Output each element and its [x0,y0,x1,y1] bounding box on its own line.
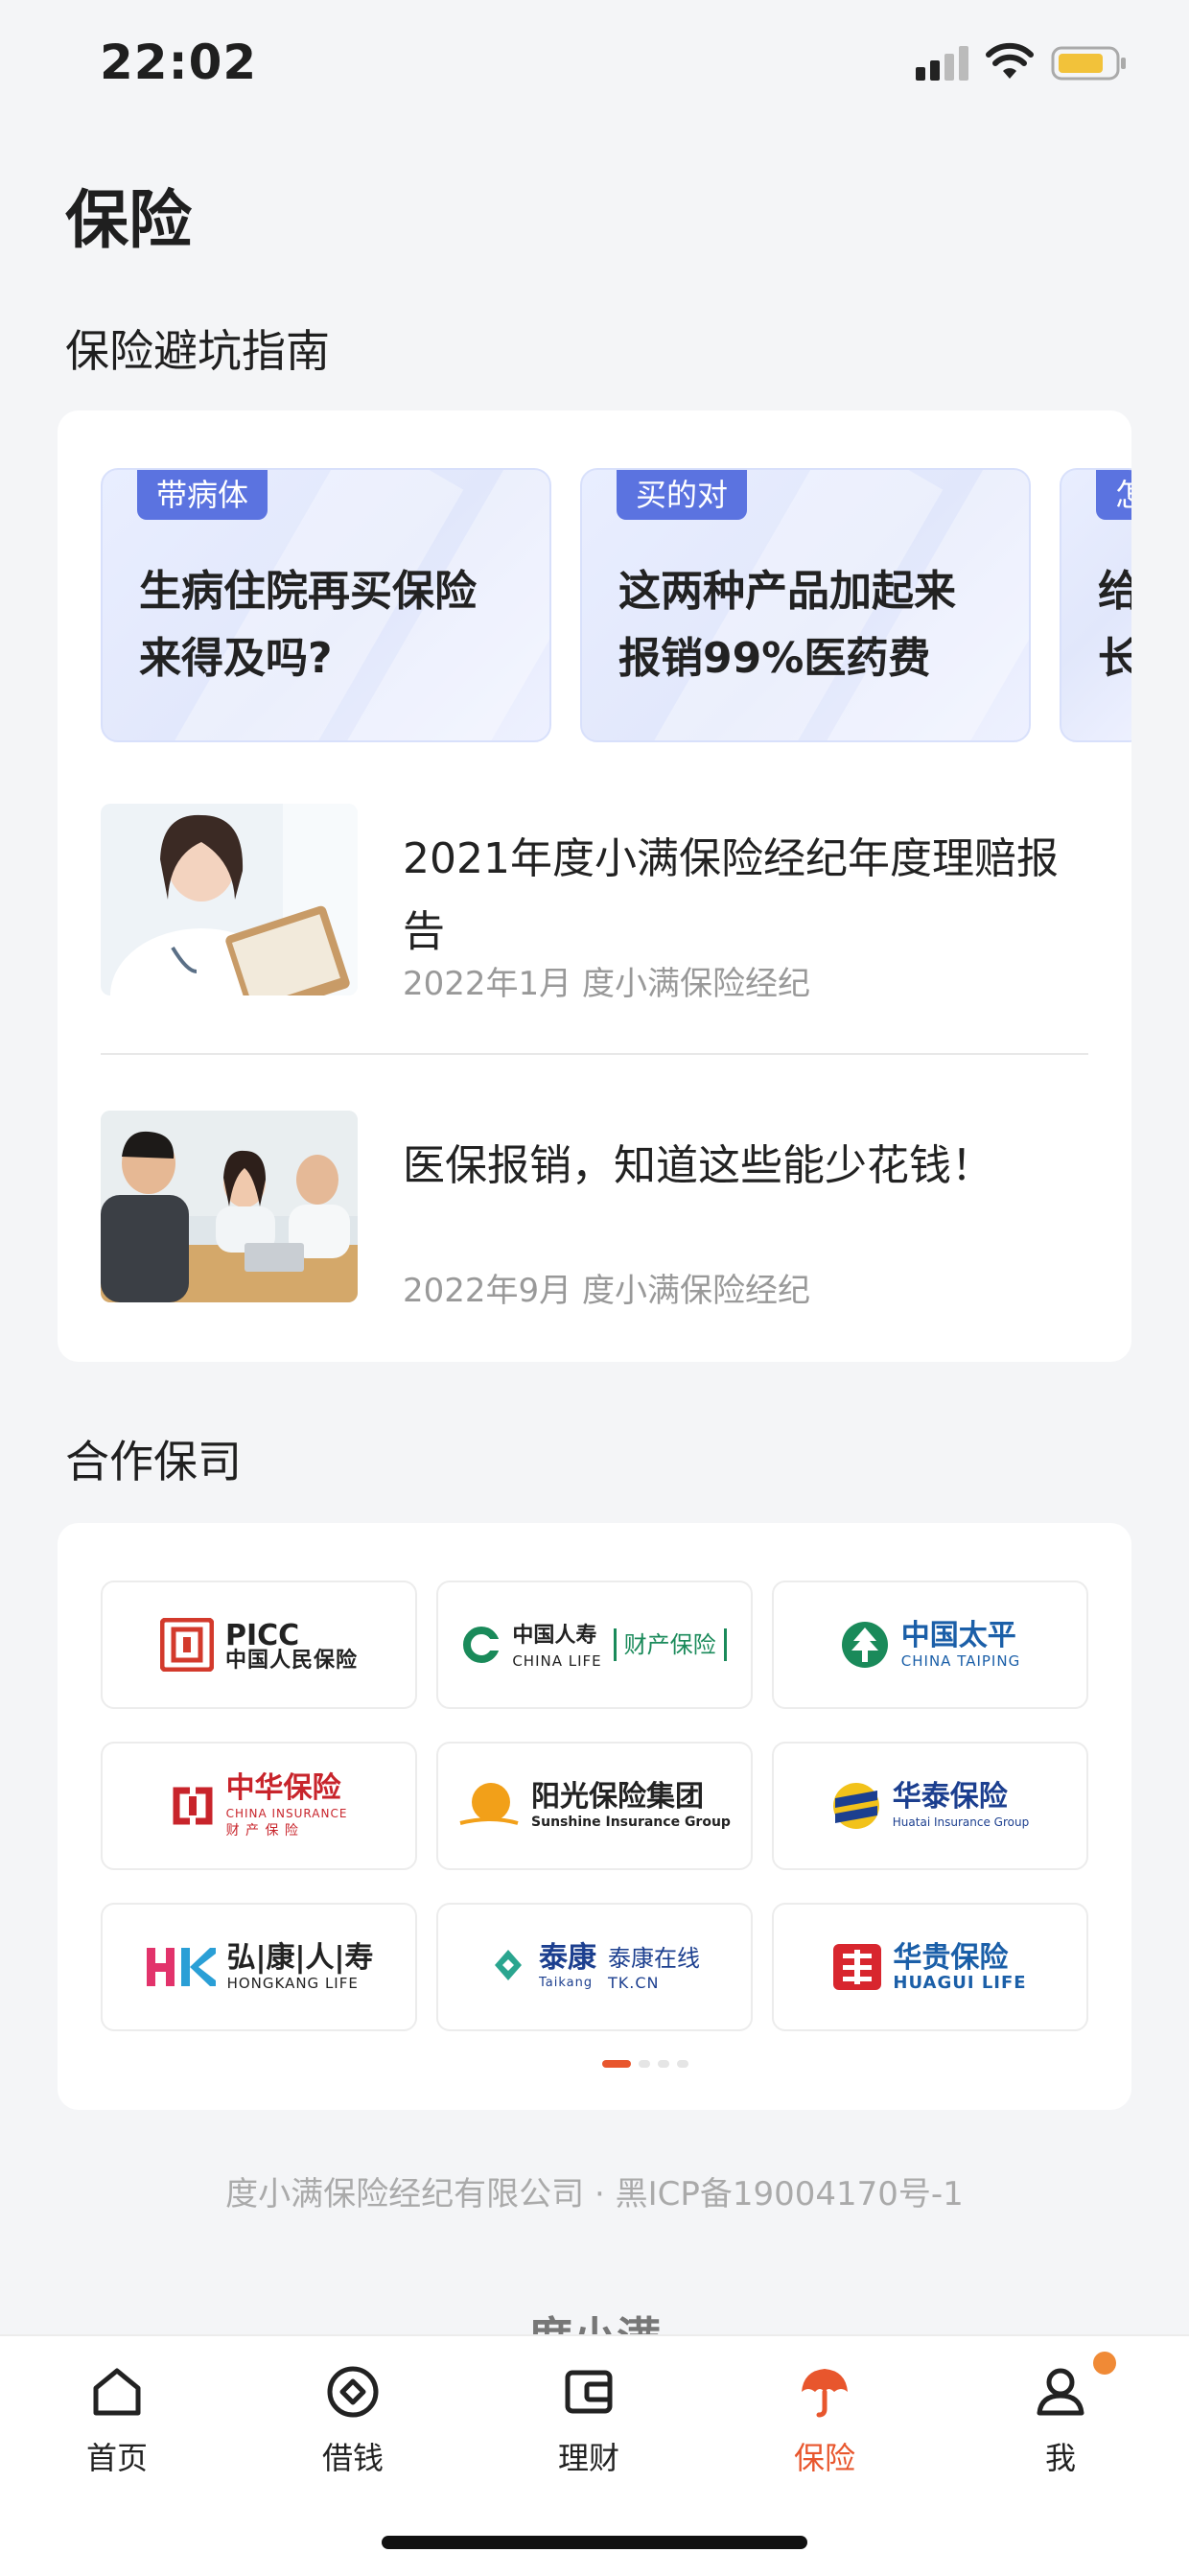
status-time: 22:02 [100,35,258,90]
tab-loan[interactable]: 借钱 [276,2363,430,2497]
article-thumbnail-meeting [101,1111,358,1302]
partners-card: PICC 中国人民保险 中国人寿 CHINA LIFE 财产保险 中国太平 CH… [58,1523,1131,2110]
partner-logo-sunshine[interactable]: 阳光保险集团 Sunshine Insurance Group [436,1742,753,1870]
partner-logo-taikang[interactable]: 泰康 Taikang 泰康在线 TK.CN [436,1903,753,2031]
tab-insurance[interactable]: 保险 [748,2363,901,2497]
tab-wealth[interactable]: 理财 [512,2363,665,2497]
article-item[interactable]: 医保报销，知道这些能少花钱！ 2022年9月 度小满保险经纪 [101,1111,1088,1310]
page-dot [658,2060,669,2068]
divider [101,1053,1088,1055]
guide-tag: 带病体 [137,470,268,520]
user-icon [1037,2368,1084,2416]
guide-card-partial[interactable]: 怎 给 长 [1060,468,1131,742]
partner-logo-huagui[interactable]: 华贵保险 HUAGUI LIFE [772,1903,1088,2031]
guide-text: 生病住院再买保险 来得及吗? [139,567,477,683]
chinalife-ring-icon [463,1627,501,1663]
partner-logo-huatai[interactable]: 华泰保险 Huatai Insurance Group [772,1742,1088,1870]
page-dot [677,2060,688,2068]
article-meta: 2022年9月 度小满保险经纪 [403,1272,810,1310]
hongkang-hk-icon [146,1948,216,1986]
article-thumbnail-doctor [101,804,358,995]
umbrella-icon [802,2369,848,2418]
partner-logo-chinainsurance[interactable]: 中华保险 CHINA INSURANCE 财 产 保 险 [101,1742,417,1870]
guide-card[interactable]: 带病体 生病住院再买保险 来得及吗? [101,468,551,742]
huagui-seal-icon [833,1944,882,1990]
article-title: 2021年度小满保险经纪年度理赔报告 [403,834,1059,956]
partner-logo-chinataiping[interactable]: 中国太平 CHINA TAIPING [772,1581,1088,1709]
guide-text: 给 长 [1098,558,1131,692]
page-dot-active [602,2060,631,2068]
notification-badge-dot [1093,2352,1116,2375]
huatai-mark-icon [832,1783,879,1829]
status-bar: 22:02 [0,0,1189,134]
tab-me[interactable]: 我 [984,2363,1137,2497]
article-meta: 2022年1月 度小满保险经纪 [403,965,810,1003]
sunshine-sun-icon [459,1783,519,1825]
page-title: 保险 [65,183,192,257]
section-title-partners: 合作保司 [65,1436,242,1487]
home-indicator[interactable] [382,2536,807,2549]
picc-seal-icon [159,1618,214,1672]
taikang-mark-icon [495,1950,522,1980]
partner-logo-picc[interactable]: PICC 中国人民保险 [101,1581,417,1709]
home-icon [93,2368,141,2416]
guide-tag: 怎 [1096,470,1131,520]
wallet-icon [565,2370,613,2414]
cellular-signal-icon [916,46,968,81]
wifi-icon [986,42,1034,79]
section-title-guides: 保险避坑指南 [65,325,330,377]
guide-tag: 买的对 [617,470,748,520]
chinainsurance-mark-icon [173,1787,213,1825]
guides-card: 带病体 生病住院再买保险 来得及吗? 买的对 这两种产品加起来 报销99%医药费… [58,410,1131,1362]
page-dot [639,2060,650,2068]
partner-logo-chinalife[interactable]: 中国人寿 CHINA LIFE 财产保险 [436,1581,753,1709]
tab-home[interactable]: 首页 [40,2363,194,2497]
partner-logo-hongkang[interactable]: 弘|康|人|寿 HONGKANG LIFE [101,1903,417,2031]
article-item[interactable]: 2021年度小满保险经纪年度理赔报告 2022年1月 度小满保险经纪 [101,804,1088,1003]
footer-icp: 度小满保险经纪有限公司 · 黑ICP备19004170号-1 [225,2175,964,2213]
guide-text: 这两种产品加起来 报销99%医药费 [618,567,956,683]
taiping-tree-icon [841,1622,888,1668]
article-title: 医保报销，知道这些能少花钱！ [403,1141,993,1190]
guide-card[interactable]: 买的对 这两种产品加起来 报销99%医药费 [580,468,1031,742]
battery-icon [1051,46,1126,81]
loan-icon [327,2366,379,2418]
